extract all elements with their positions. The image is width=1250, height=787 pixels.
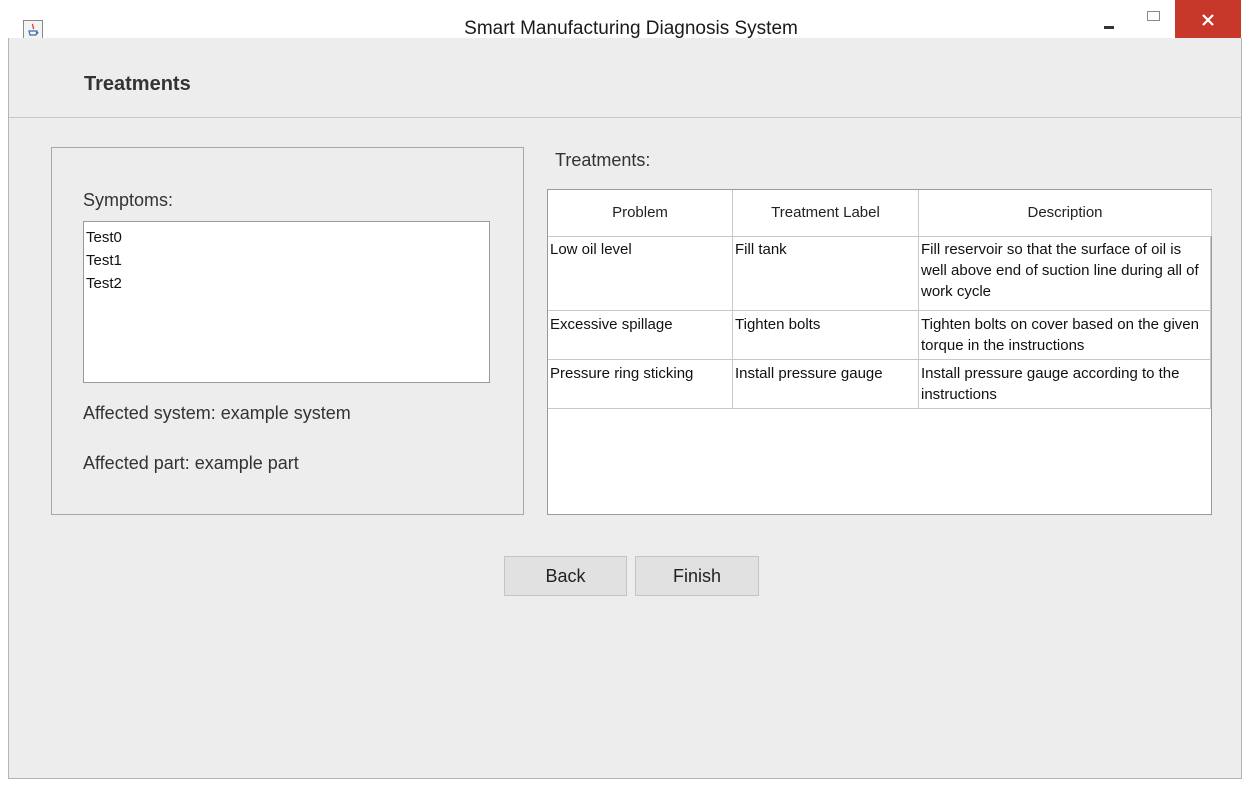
table-row[interactable]: Excessive spillage Tighten bolts Tighten… [548, 311, 1211, 360]
window-title: Smart Manufacturing Diagnosis System [464, 18, 798, 39]
table-cell-problem: Excessive spillage [548, 311, 733, 359]
minimize-icon [1104, 26, 1114, 29]
table-cell-problem: Low oil level [548, 236, 733, 310]
finish-button[interactable]: Finish [635, 556, 759, 596]
close-button[interactable] [1175, 0, 1241, 40]
symptoms-list[interactable]: Test0 Test1 Test2 [83, 221, 490, 383]
list-item[interactable]: Test1 [84, 249, 489, 272]
list-item[interactable]: Test0 [84, 226, 489, 249]
treatments-label: Treatments: [555, 150, 651, 170]
minimize-button[interactable] [1092, 0, 1126, 38]
table-cell-problem: Pressure ring sticking [548, 360, 733, 408]
treatments-table[interactable]: Problem Treatment Label Description Low … [547, 189, 1212, 515]
table-row[interactable]: Low oil level Fill tank Fill reservoir s… [548, 236, 1211, 311]
column-header-problem[interactable]: Problem [548, 190, 733, 236]
page-title: Treatments [84, 73, 191, 95]
back-button[interactable]: Back [504, 556, 627, 596]
table-cell-description: Fill reservoir so that the surface of oi… [919, 236, 1211, 310]
list-item[interactable]: Test2 [84, 272, 489, 295]
column-header-treatment-label[interactable]: Treatment Label [733, 190, 919, 236]
table-row[interactable]: Pressure ring sticking Install pressure … [548, 360, 1211, 409]
table-cell-description: Tighten bolts on cover based on the give… [919, 311, 1211, 359]
app-window: Smart Manufacturing Diagnosis System Tre… [0, 0, 1250, 787]
header-divider [9, 117, 1241, 118]
close-icon [1202, 14, 1214, 26]
table-cell-label: Tighten bolts [733, 311, 919, 359]
affected-part-text: Affected part: example part [83, 453, 299, 473]
maximize-icon [1147, 11, 1160, 21]
content-pane: Treatments Symptoms: Test0 Test1 Test2 A… [8, 38, 1242, 779]
column-header-description[interactable]: Description [919, 190, 1212, 236]
maximize-button[interactable] [1136, 0, 1170, 38]
table-cell-label: Install pressure gauge [733, 360, 919, 408]
table-cell-label: Fill tank [733, 236, 919, 310]
table-cell-description: Install pressure gauge according to the … [919, 360, 1211, 408]
symptoms-label: Symptoms: [83, 190, 174, 210]
symptoms-panel: Symptoms: Test0 Test1 Test2 Affected sys… [51, 147, 524, 515]
affected-system-text: Affected system: example system [83, 403, 351, 423]
table-header: Problem Treatment Label Description [548, 190, 1212, 237]
